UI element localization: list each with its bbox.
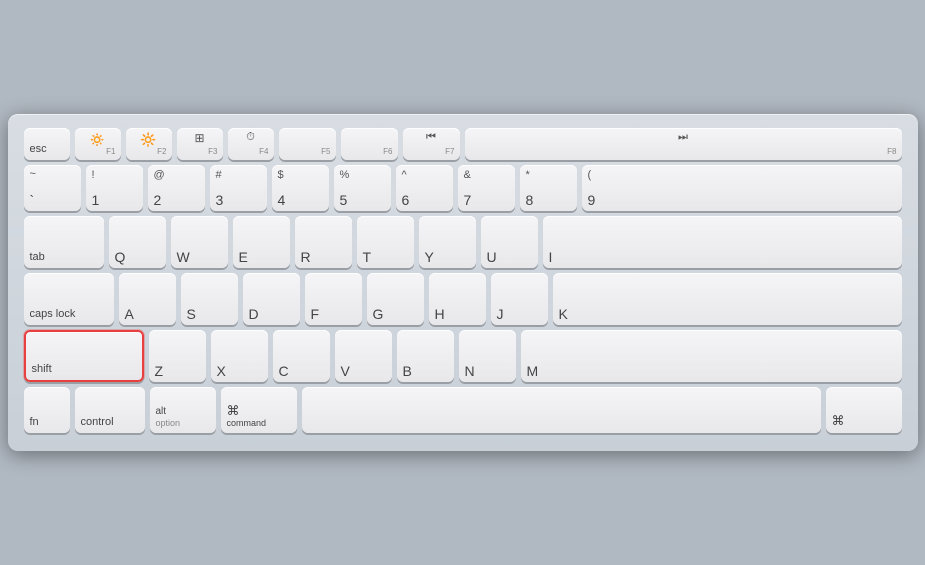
key-x[interactable]: X — [211, 330, 268, 382]
key-z[interactable]: Z — [149, 330, 206, 382]
key-c[interactable]: C — [273, 330, 330, 382]
key-4[interactable]: $ 4 — [272, 165, 329, 211]
key-f5[interactable]: F5 — [279, 128, 336, 160]
key-v[interactable]: V — [335, 330, 392, 382]
key-option[interactable]: alt option — [150, 387, 216, 433]
zxcv-key-row: shift Z X C V B N M — [24, 330, 902, 382]
key-2[interactable]: @ 2 — [148, 165, 205, 211]
key-n[interactable]: N — [459, 330, 516, 382]
fn-key-row: esc 🔅 F1 🔆 F2 ⊞ F3 ⏱ F4 F5 F6 — [24, 128, 902, 160]
key-spacebar[interactable] — [302, 387, 821, 433]
key-y[interactable]: Y — [419, 216, 476, 268]
key-caps-lock[interactable]: caps lock — [24, 273, 114, 325]
key-f[interactable]: F — [305, 273, 362, 325]
key-f3[interactable]: ⊞ F3 — [177, 128, 223, 160]
key-g[interactable]: G — [367, 273, 424, 325]
key-i[interactable]: I — [543, 216, 902, 268]
key-esc[interactable]: esc — [24, 128, 70, 160]
key-1[interactable]: ! 1 — [86, 165, 143, 211]
key-f8[interactable]: ⏭ F8 — [465, 128, 902, 160]
key-d[interactable]: D — [243, 273, 300, 325]
key-control[interactable]: control — [75, 387, 145, 433]
key-6[interactable]: ^ 6 — [396, 165, 453, 211]
key-r[interactable]: R — [295, 216, 352, 268]
key-u[interactable]: U — [481, 216, 538, 268]
bottom-key-row: fn control alt option ⌘ command ⌘ — [24, 387, 902, 433]
key-e[interactable]: E — [233, 216, 290, 268]
key-f1[interactable]: 🔅 F1 — [75, 128, 121, 160]
qwerty-key-row: tab Q W E R T Y U I — [24, 216, 902, 268]
key-f6[interactable]: F6 — [341, 128, 398, 160]
key-s[interactable]: S — [181, 273, 238, 325]
key-7[interactable]: & 7 — [458, 165, 515, 211]
key-f4[interactable]: ⏱ F4 — [228, 128, 274, 160]
key-j[interactable]: J — [491, 273, 548, 325]
key-9[interactable]: ( 9 — [582, 165, 902, 211]
key-k[interactable]: K — [553, 273, 902, 325]
asdf-key-row: caps lock A S D F G H J K — [24, 273, 902, 325]
key-w[interactable]: W — [171, 216, 228, 268]
key-b[interactable]: B — [397, 330, 454, 382]
keyboard: esc 🔅 F1 🔆 F2 ⊞ F3 ⏱ F4 F5 F6 — [8, 114, 918, 451]
key-t[interactable]: T — [357, 216, 414, 268]
number-key-row: ~ ` ! 1 @ 2 # 3 $ 4 % 5 ^ 6 — [24, 165, 902, 211]
key-a[interactable]: A — [119, 273, 176, 325]
key-3[interactable]: # 3 — [210, 165, 267, 211]
key-tab[interactable]: tab — [24, 216, 104, 268]
key-shift-left[interactable]: shift — [24, 330, 144, 382]
key-f7[interactable]: ⏮ F7 — [403, 128, 460, 160]
key-8[interactable]: * 8 — [520, 165, 577, 211]
key-command-right[interactable]: ⌘ — [826, 387, 902, 433]
key-command[interactable]: ⌘ command — [221, 387, 297, 433]
key-fn[interactable]: fn — [24, 387, 70, 433]
key-f2[interactable]: 🔆 F2 — [126, 128, 172, 160]
key-h[interactable]: H — [429, 273, 486, 325]
key-5[interactable]: % 5 — [334, 165, 391, 211]
key-q[interactable]: Q — [109, 216, 166, 268]
key-m[interactable]: M — [521, 330, 902, 382]
key-backtick[interactable]: ~ ` — [24, 165, 81, 211]
